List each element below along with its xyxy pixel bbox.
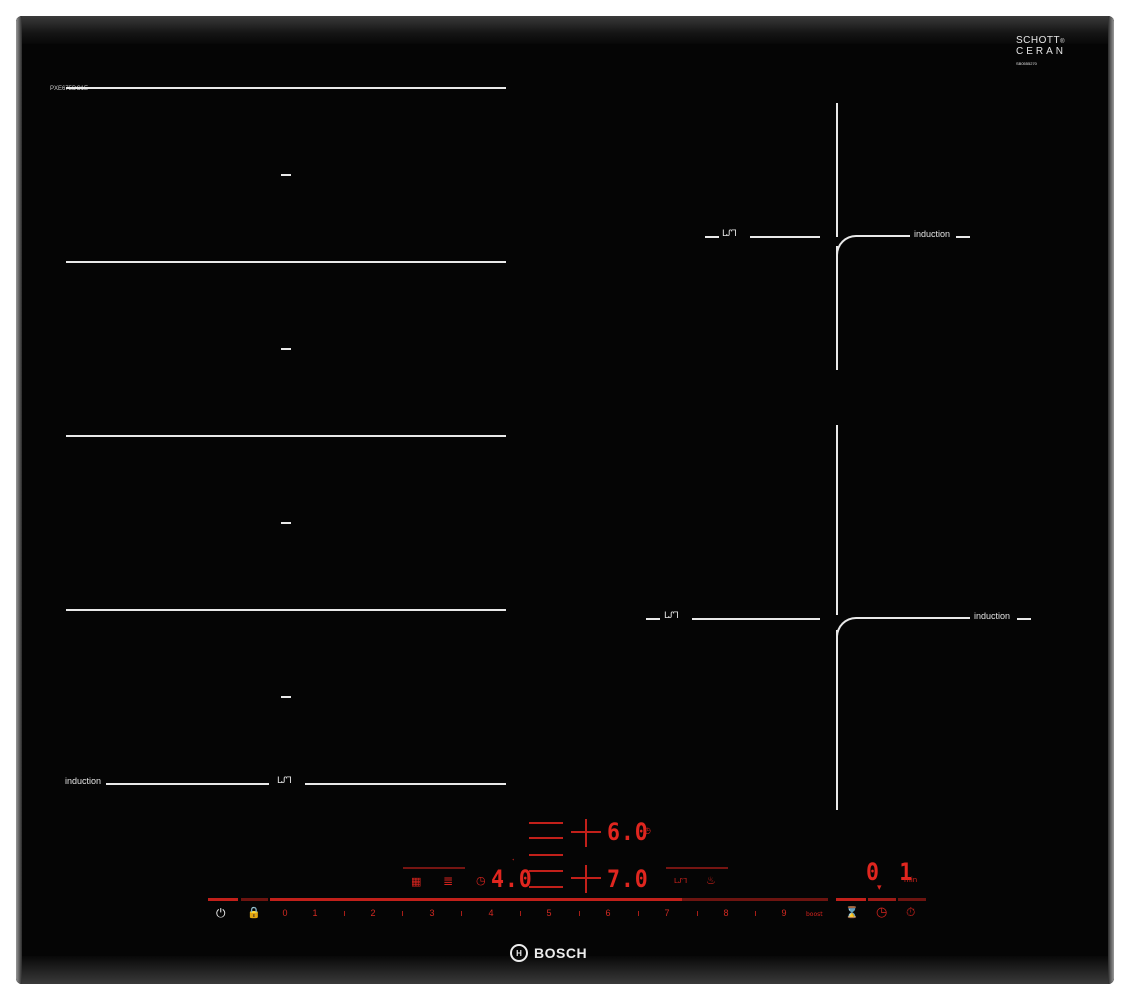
- slider-tick-4: [520, 911, 521, 916]
- zone-center-mark-3: [281, 522, 291, 524]
- induction-label-bottom: induction: [974, 611, 1011, 621]
- slider-tick-5: [579, 911, 580, 916]
- power-slider-bar-dim[interactable]: [682, 898, 828, 901]
- zone-indicator-bar-3[interactable]: [529, 854, 563, 856]
- zone-indicator-bar-1[interactable]: [529, 822, 563, 824]
- flex-wave-icon-top: ᒪᔑᒣ: [722, 229, 737, 239]
- power-on-bar: [208, 898, 238, 901]
- slider-value-6[interactable]: 6: [602, 908, 614, 918]
- right-top-line-left: [750, 236, 820, 238]
- right-top-dash-left: [705, 236, 719, 238]
- slider-tick-3: [461, 911, 462, 916]
- slider-tick-6: [638, 911, 639, 916]
- function-strip-right-top: [666, 867, 728, 869]
- boost-label[interactable]: boost: [806, 911, 823, 918]
- zone-indicator-bar-5[interactable]: [529, 886, 563, 888]
- timer-unit: min: [904, 876, 918, 884]
- right-frame-edge: [1108, 16, 1114, 984]
- power-move-icon[interactable]: ♨: [706, 874, 716, 887]
- hourglass-icon[interactable]: ⌛: [845, 906, 859, 919]
- lock-bar: [241, 898, 268, 901]
- induction-label-top: induction: [914, 229, 951, 239]
- induction-line-left: [106, 783, 269, 785]
- zone-center-mark-1: [281, 174, 291, 176]
- slider-value-4[interactable]: 4: [485, 908, 497, 918]
- left-zone-divider-1: [66, 87, 506, 89]
- slider-tick-8: [755, 911, 756, 916]
- right-top-zone-vertical: [836, 103, 838, 237]
- right-bottom-zone-vertical-lower: [836, 630, 838, 810]
- timer-function-bar: [836, 898, 866, 901]
- induction-label-left: induction: [65, 776, 102, 786]
- left-zone-divider-4: [66, 609, 506, 611]
- left-zone-power-display: 4.0: [491, 865, 533, 893]
- cooktop-glass-panel: [16, 16, 1114, 984]
- right-top-zone-vertical-lower: [836, 246, 838, 370]
- slider-tick-2: [402, 911, 403, 916]
- right-bottom-line-left: [692, 618, 820, 620]
- slider-value-8[interactable]: 8: [720, 908, 732, 918]
- zone-indicator-bar-4[interactable]: [529, 870, 563, 872]
- timer-function-bar-2: [868, 898, 896, 901]
- zone-top-power-display: 6.0: [607, 818, 649, 846]
- right-bottom-zone-vertical: [836, 425, 838, 615]
- zone-top-timer-icon[interactable]: ◷: [644, 826, 651, 835]
- top-frame-edge: [16, 16, 1114, 44]
- right-top-dash-right: [956, 236, 970, 238]
- flex-wave-icon-bottom: ᒪᔑᒣ: [664, 611, 679, 621]
- move-mode-icon[interactable]: ᒪᔑᒣ: [674, 877, 687, 885]
- slider-tick-7: [697, 911, 698, 916]
- bosch-logo: H BOSCH: [510, 944, 587, 962]
- slider-value-7[interactable]: 7: [661, 908, 673, 918]
- right-top-line-right: [860, 235, 910, 237]
- slider-value-9[interactable]: 9: [778, 908, 790, 918]
- right-bottom-dash-right: [1017, 618, 1031, 620]
- left-frame-edge: [16, 16, 22, 984]
- induction-line-left-2: [305, 783, 506, 785]
- power-marker: ᐩ: [512, 858, 515, 865]
- child-lock-icon[interactable]: 🔒: [247, 906, 261, 919]
- bosch-armature-icon: H: [510, 944, 528, 962]
- menu-icon[interactable]: ≣: [443, 874, 453, 888]
- right-bottom-dash-left: [646, 618, 660, 620]
- zone-indicator-bar-2[interactable]: [529, 837, 563, 839]
- power-button-icon[interactable]: ⏻: [216, 906, 226, 921]
- zone-cross-top-v: [585, 819, 587, 847]
- right-bottom-line-right: [860, 617, 970, 619]
- slider-value-3[interactable]: 3: [426, 908, 438, 918]
- stopwatch-icon[interactable]: ⏱: [906, 905, 915, 920]
- cook-timer-icon[interactable]: ◷: [876, 905, 887, 920]
- frying-sensor-icon[interactable]: ▦: [411, 875, 421, 888]
- zone-center-mark-2: [281, 348, 291, 350]
- schott-text: SCHOTT: [1016, 35, 1061, 46]
- registered-mark: ®: [1060, 39, 1066, 45]
- left-zone-divider-3: [66, 435, 506, 437]
- slider-tick-1: [344, 911, 345, 916]
- zone-bottom-power-display: 7.0: [607, 865, 649, 893]
- slider-value-0[interactable]: 0: [279, 908, 291, 918]
- slider-value-2[interactable]: 2: [367, 908, 379, 918]
- brand-name: BOSCH: [534, 945, 588, 961]
- zone-cross-bottom-v: [585, 865, 587, 893]
- zone-timer-icon[interactable]: ◷: [476, 874, 486, 887]
- left-zone-divider-2: [66, 261, 506, 263]
- slider-value-5[interactable]: 5: [543, 908, 555, 918]
- ceran-text: CERAN: [1016, 46, 1067, 57]
- slider-value-1[interactable]: 1: [309, 908, 321, 918]
- flex-wave-icon-left: ᒪᔑᒣ: [277, 776, 292, 786]
- timer-function-bar-3: [898, 898, 926, 901]
- zone-center-mark-4: [281, 696, 291, 698]
- glass-code: SB0555270: [1016, 61, 1037, 66]
- schott-ceran-logo: SCHOTT® CERAN SB0555270: [1016, 36, 1066, 69]
- timer-caret-icon: ▾: [877, 883, 882, 893]
- power-slider-bar[interactable]: [270, 898, 682, 901]
- function-strip-left-top: [403, 867, 465, 869]
